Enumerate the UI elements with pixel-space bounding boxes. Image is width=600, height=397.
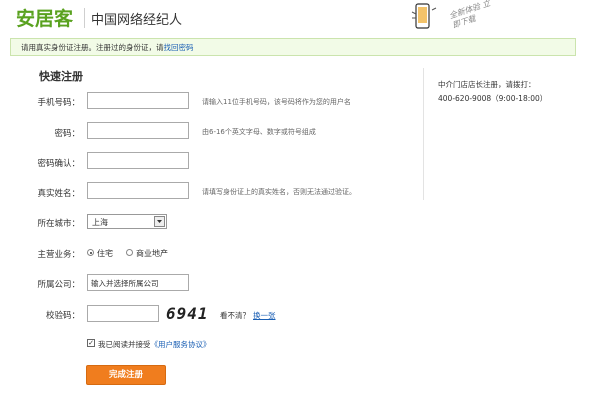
captcha-input[interactable] bbox=[87, 305, 159, 322]
header-title: 中国网络经纪人 bbox=[91, 13, 183, 28]
password-label: 密码： bbox=[54, 129, 80, 139]
submit-button[interactable]: 完成注册 bbox=[86, 365, 166, 385]
captcha-image[interactable]: 6941 bbox=[166, 304, 214, 324]
notice-bar: 请用真实身份证注册。注册过的身份证，请找回密码 bbox=[10, 38, 576, 56]
user-agreement-link[interactable]: 《用户服务协议》 bbox=[151, 340, 211, 349]
logo[interactable]: 安居客 bbox=[16, 4, 73, 31]
phone-hint: 请输入11位手机号码，该号码将作为您的用户名 bbox=[202, 98, 351, 106]
app-promo[interactable]: 全新体验 立即下载 bbox=[410, 0, 498, 34]
agree-checkbox[interactable]: ✓ bbox=[87, 339, 95, 347]
realname-label: 真实姓名： bbox=[37, 189, 80, 199]
sidebar-phone: 400-620-9008（9:00-18:00） bbox=[438, 94, 548, 103]
notice-text: 请用真实身份证注册。注册过的身份证，请找回密码 bbox=[21, 42, 194, 53]
sidebar-divider bbox=[423, 68, 424, 200]
sidebar-title: 中介门店店长注册，请拨打： bbox=[438, 80, 536, 89]
form-title: 快速注册 bbox=[39, 70, 83, 83]
confirm-password-input[interactable] bbox=[87, 152, 189, 169]
header: 安居客 中国网络经纪人 全新体验 立即下载 bbox=[0, 0, 600, 36]
password-input[interactable] bbox=[87, 122, 189, 139]
company-input[interactable]: 输入并选择所属公司 bbox=[87, 274, 189, 291]
password-hint: 由6-16个英文字母、数字或符号组成 bbox=[202, 128, 316, 136]
business-radio-residential[interactable] bbox=[87, 249, 94, 256]
captcha-refresh-link[interactable]: 换一张 bbox=[253, 310, 276, 321]
captcha-question: 看不清？ bbox=[220, 311, 250, 320]
retrieve-password-link[interactable]: 找回密码 bbox=[164, 43, 194, 52]
realname-input[interactable] bbox=[87, 182, 189, 199]
agree-label: 我已阅读并接受 bbox=[98, 340, 151, 349]
promo-text: 全新体验 立即下载 bbox=[448, 0, 492, 30]
confirm-label: 密码确认： bbox=[37, 159, 80, 169]
city-select-value: 上海 bbox=[92, 218, 108, 227]
city-select[interactable]: 上海 bbox=[87, 214, 167, 229]
city-label: 所在城市： bbox=[37, 219, 80, 229]
realname-hint: 请填写身份证上的真实姓名，否则无法通过验证。 bbox=[202, 188, 356, 196]
chevron-down-icon[interactable] bbox=[154, 216, 165, 227]
logo-divider bbox=[84, 8, 85, 28]
phone-input[interactable] bbox=[87, 92, 189, 109]
phone-icon bbox=[411, 3, 437, 29]
business-label: 主营业务： bbox=[37, 250, 80, 260]
company-label: 所属公司： bbox=[37, 280, 80, 290]
phone-label: 手机号码： bbox=[37, 98, 80, 108]
business-option-commercial: 商业地产 bbox=[136, 249, 168, 258]
business-option-residential: 住宅 bbox=[97, 249, 113, 258]
notice-message: 请用真实身份证注册。注册过的身份证，请 bbox=[21, 43, 164, 52]
business-radio-commercial[interactable] bbox=[126, 249, 133, 256]
agree-text: 我已阅读并接受《用户服务协议》 bbox=[98, 339, 211, 350]
captcha-label: 校验码： bbox=[45, 311, 80, 321]
